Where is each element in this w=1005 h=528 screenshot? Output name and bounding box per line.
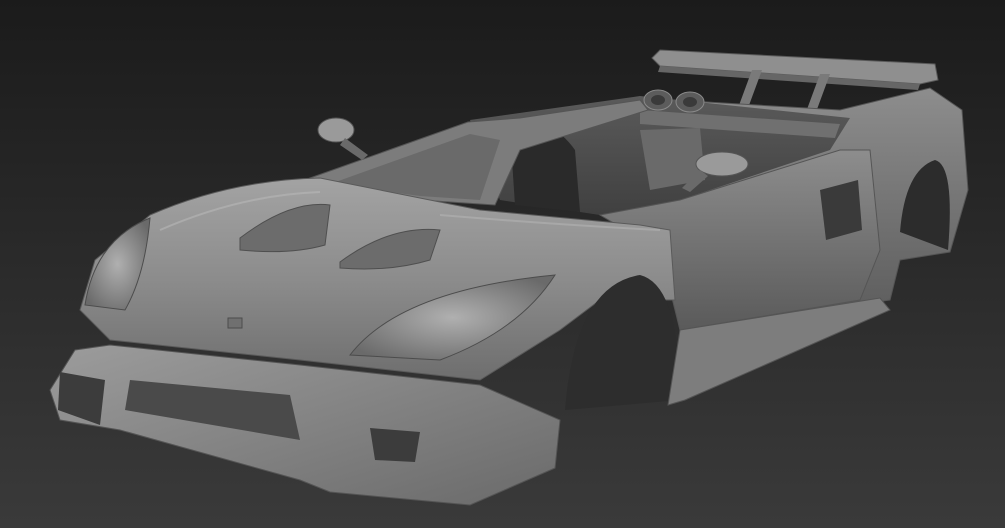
front-intake-right — [370, 428, 420, 462]
scene-canvas — [0, 0, 1005, 528]
hood-badge — [227, 317, 243, 329]
side-intake — [820, 180, 862, 240]
3d-viewport[interactable] — [0, 0, 1005, 528]
